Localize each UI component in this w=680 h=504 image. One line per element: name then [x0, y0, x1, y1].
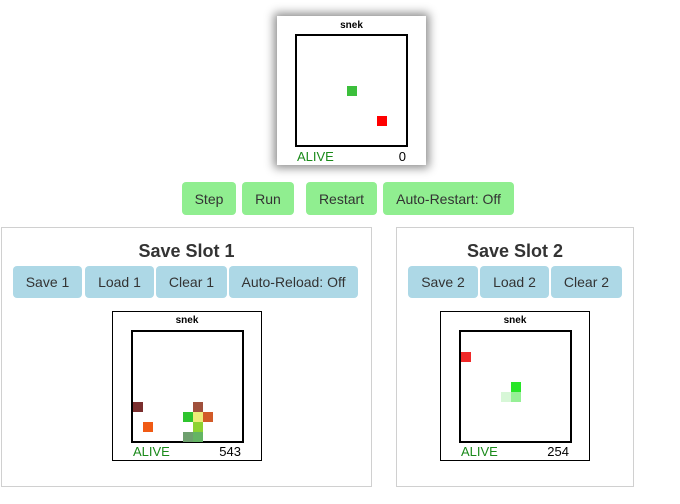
load-2-button[interactable]: Load 2	[480, 266, 549, 298]
game-cell	[193, 412, 203, 422]
game-cell	[183, 432, 193, 442]
slot-title: Save Slot 2	[466, 241, 564, 261]
game-title: snek	[175, 315, 199, 326]
load-1-button[interactable]: Load 1	[85, 266, 154, 298]
clear-1-button[interactable]: Clear 1	[156, 266, 227, 298]
game-cell	[193, 432, 203, 442]
game-score: 254	[547, 444, 569, 459]
game-score: 543	[219, 444, 241, 459]
game-cell	[511, 382, 521, 392]
game-cell	[203, 412, 213, 422]
auto-reload-button[interactable]: Auto-Reload: Off	[229, 266, 358, 298]
slot-1-game-canvas: snek ALIVE 543	[112, 311, 262, 461]
game-status: ALIVE	[297, 149, 334, 164]
save-2-button[interactable]: Save 2	[408, 266, 478, 298]
game-cell	[193, 422, 203, 432]
game-cell	[143, 422, 153, 432]
game-title: snek	[503, 315, 527, 326]
main-game-canvas: snek ALIVE 0	[277, 16, 426, 165]
game-cell	[501, 392, 511, 402]
step-button[interactable]: Step	[182, 182, 236, 215]
game-board	[131, 330, 244, 443]
game-status: ALIVE	[461, 444, 498, 459]
game-cell	[133, 402, 143, 412]
save-1-button[interactable]: Save 1	[13, 266, 82, 298]
run-button[interactable]: Run	[242, 182, 294, 215]
restart-button[interactable]: Restart	[306, 182, 377, 215]
clear-2-button[interactable]: Clear 2	[551, 266, 622, 298]
game-cell	[377, 116, 387, 126]
auto-restart-button[interactable]: Auto-Restart: Off	[383, 182, 514, 215]
game-cell	[461, 352, 471, 362]
slot-2-game-canvas: snek ALIVE 254	[440, 311, 590, 461]
slot-title: Save Slot 1	[138, 241, 235, 261]
game-board	[295, 34, 408, 147]
save-slot-2: Save Slot 2 Save 2 Load 2 Clear 2 snek A…	[396, 227, 634, 487]
game-cell	[511, 392, 521, 402]
game-score: 0	[398, 149, 406, 164]
game-title: snek	[340, 20, 363, 31]
game-board	[459, 330, 572, 443]
game-cell	[183, 412, 193, 422]
game-cell	[193, 402, 203, 412]
game-cell	[347, 86, 357, 96]
save-slot-1: Save Slot 1 Save 1 Load 1 Clear 1 Auto-R…	[1, 227, 372, 487]
game-status: ALIVE	[133, 444, 170, 459]
